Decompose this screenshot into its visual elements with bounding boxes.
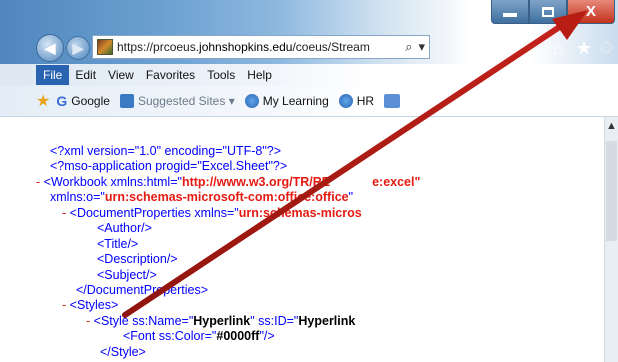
maximize-icon bbox=[542, 6, 554, 17]
style-id-attr: " ss:ID=" bbox=[250, 314, 299, 328]
collapse-toggle[interactable]: - bbox=[62, 206, 66, 220]
document-properties-close: </DocumentProperties> bbox=[76, 283, 209, 297]
document-properties-ns: urn:schemas-micros bbox=[238, 206, 362, 220]
xmlns-o-attr: xmlns:o=" bbox=[50, 190, 105, 204]
home-icon[interactable]: ⌂ bbox=[553, 38, 564, 59]
suggested-sites-icon bbox=[119, 94, 134, 108]
workbook-html-ns: http://www.w3.org/TR/RE bbox=[181, 175, 331, 189]
fav-hr[interactable]: HR bbox=[338, 94, 375, 108]
collapse-toggle[interactable]: - bbox=[36, 175, 40, 189]
minimize-icon bbox=[503, 12, 517, 17]
menu-help[interactable]: Help bbox=[241, 68, 278, 82]
font-line: <Font ss:Color="#0000ff"/> bbox=[123, 329, 275, 344]
url-domain: johnshopkins.edu bbox=[199, 40, 293, 54]
style-id-value: Hyperlink bbox=[298, 314, 356, 328]
style-close: </Style> bbox=[100, 345, 146, 359]
xml-declaration: <?xml version="1.0" encoding="UTF-8"?> bbox=[50, 144, 282, 158]
style-name-value: Hyperlink bbox=[193, 314, 251, 328]
fav-my-learning-label: My Learning bbox=[262, 94, 329, 108]
menu-edit[interactable]: Edit bbox=[69, 68, 102, 82]
hr-icon bbox=[338, 94, 353, 108]
fav-google[interactable]: G Google bbox=[56, 93, 110, 109]
forward-button[interactable]: ▶ bbox=[66, 36, 90, 60]
workbook-tag: <Workbook xmlns:html=" bbox=[43, 175, 182, 189]
fav-more[interactable] bbox=[384, 94, 404, 108]
menu-favorites[interactable]: Favorites bbox=[140, 68, 201, 82]
minimize-button[interactable] bbox=[491, 0, 529, 24]
url-path: /coeus/Stream bbox=[292, 40, 370, 54]
back-button[interactable]: ◀ bbox=[36, 34, 64, 62]
xmlns-o-close: " bbox=[348, 190, 354, 204]
fav-suggested-label: Suggested Sites bbox=[137, 94, 226, 108]
styles-tag: <Styles> bbox=[69, 298, 119, 312]
style-name-attr: <Style ss:Name=" bbox=[93, 314, 194, 328]
url-scheme: https://prcoeus. bbox=[117, 40, 200, 54]
xmlns-o-value: urn:schemas-microsoft-com:office:office bbox=[104, 190, 349, 204]
address-bar[interactable]: https://prcoeus.johnshopkins.edu/coeus/S… bbox=[92, 35, 430, 59]
close-icon: X bbox=[585, 3, 596, 20]
style-line: - <Style ss:Name="Hyperlink" ss:ID="Hype… bbox=[86, 314, 355, 329]
font-color-value: #0000ff bbox=[216, 329, 260, 343]
document-properties-tag: <DocumentProperties xmlns=" bbox=[69, 206, 239, 220]
suggested-dropdown-icon: ▾ bbox=[228, 94, 235, 108]
maximize-button[interactable] bbox=[529, 0, 567, 24]
xmlns-o-line: xmlns:o="urn:schemas-microsoft-com:offic… bbox=[50, 190, 353, 205]
subject-tag: <Subject/> bbox=[97, 268, 157, 282]
title-tag: <Title/> bbox=[97, 237, 139, 251]
forward-arrow-icon: ▶ bbox=[72, 39, 84, 56]
collapse-toggle[interactable]: - bbox=[86, 314, 90, 328]
site-favicon-icon bbox=[97, 39, 113, 55]
search-icon[interactable]: ⌕ bbox=[399, 39, 418, 55]
mso-application-line: <?mso-application progid="Excel.Sheet"?> bbox=[50, 159, 288, 173]
workbook-ns-tail: e:excel" bbox=[372, 175, 421, 189]
favorites-icon[interactable]: ★ bbox=[36, 91, 50, 111]
document-properties-line: - <DocumentProperties xmlns="urn:schemas… bbox=[62, 206, 362, 221]
fav-suggested-sites[interactable]: Suggested Sites ▾ bbox=[119, 94, 235, 108]
back-arrow-icon: ◀ bbox=[44, 39, 56, 56]
fav-hr-label: HR bbox=[356, 94, 375, 108]
address-dropdown-icon[interactable]: ▾ bbox=[418, 39, 429, 55]
scrollbar-thumb[interactable] bbox=[606, 141, 617, 241]
menu-file[interactable]: File bbox=[36, 65, 70, 85]
workbook-line: - <Workbook xmlns:html="http://www.w3.or… bbox=[36, 175, 420, 190]
xml-viewer: <?xml version="1.0" encoding="UTF-8"?> <… bbox=[0, 117, 604, 362]
font-close: "/> bbox=[259, 329, 275, 343]
site-icon bbox=[384, 94, 401, 108]
font-color-attr: <Font ss:Color=" bbox=[123, 329, 217, 343]
fav-google-label: Google bbox=[71, 94, 110, 108]
menu-view[interactable]: View bbox=[102, 68, 140, 82]
gear-icon[interactable]: ⚙ bbox=[598, 38, 614, 59]
styles-line: - <Styles> bbox=[62, 298, 118, 313]
author-tag: <Author/> bbox=[97, 221, 152, 235]
navigation-row: ◀ ▶ https://prcoeus.johnshopkins.edu/coe… bbox=[0, 30, 618, 64]
favorites-star-icon[interactable]: ★ bbox=[576, 38, 592, 59]
vertical-scrollbar[interactable]: ▲ bbox=[604, 117, 618, 362]
favorites-bar: ★ G Google Suggested Sites ▾ My Learning … bbox=[0, 86, 618, 117]
fav-my-learning[interactable]: My Learning bbox=[244, 94, 329, 108]
url-text: https://prcoeus.johnshopkins.edu/coeus/S… bbox=[117, 40, 399, 54]
menu-bar: File Edit View Favorites Tools Help bbox=[0, 64, 618, 86]
close-button[interactable]: X bbox=[567, 0, 615, 24]
my-learning-icon bbox=[244, 94, 259, 108]
menu-tools[interactable]: Tools bbox=[201, 68, 241, 82]
google-icon: G bbox=[56, 93, 68, 109]
collapse-toggle[interactable]: - bbox=[62, 298, 66, 312]
description-tag: <Description/> bbox=[97, 252, 178, 266]
scroll-up-icon[interactable]: ▲ bbox=[606, 120, 617, 132]
title-bar: X bbox=[0, 0, 618, 30]
